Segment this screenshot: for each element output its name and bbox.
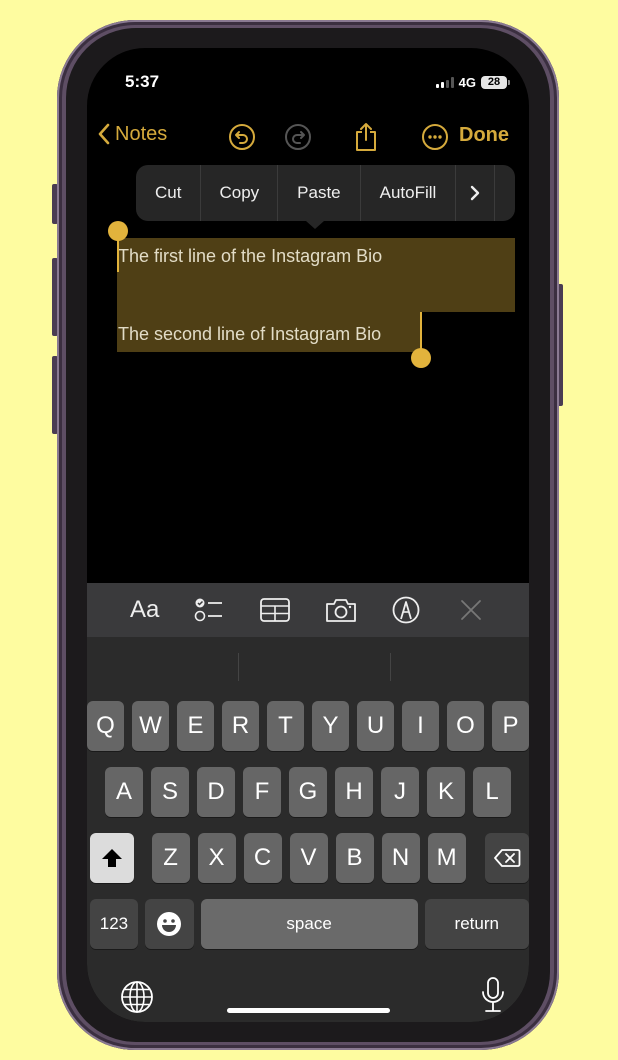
microphone-icon — [482, 977, 504, 1012]
selection-end-handle-bar — [420, 312, 422, 352]
key-h[interactable]: H — [335, 767, 373, 817]
note-line[interactable]: The second line of Instagram Bio — [118, 324, 381, 345]
chevron-left-icon — [98, 123, 110, 145]
markup-pen-icon — [392, 596, 420, 624]
emoji-key[interactable] — [144, 899, 194, 949]
key-row-2: ASDFGHJKL — [87, 767, 529, 817]
markup-button[interactable] — [388, 592, 424, 628]
key-u[interactable]: U — [357, 701, 394, 751]
predictive-divider — [238, 653, 239, 681]
share-icon — [356, 123, 376, 151]
shift-icon — [101, 849, 122, 867]
phone-frame: 5:37 4G 28 Notes Done The first line of … — [57, 20, 559, 1050]
key-l[interactable]: L — [473, 767, 511, 817]
key-k[interactable]: K — [427, 767, 465, 817]
redo-icon — [285, 124, 311, 150]
key-t[interactable]: T — [267, 701, 304, 751]
predictive-bar — [87, 637, 529, 695]
undo-button[interactable] — [227, 122, 257, 152]
battery-level: 28 — [487, 76, 501, 88]
emoji-icon — [157, 912, 182, 936]
table-button[interactable] — [257, 592, 293, 628]
signal-icon — [435, 77, 454, 88]
key-y[interactable]: Y — [312, 701, 349, 751]
format-toolbar: Aa — [87, 583, 529, 637]
key-n[interactable]: N — [381, 833, 420, 883]
numbers-key[interactable]: 123 — [90, 899, 138, 949]
redo-button[interactable] — [283, 122, 313, 152]
menu-pointer — [306, 221, 324, 229]
battery-icon: 28 — [481, 76, 510, 89]
delete-backspace-icon — [493, 849, 521, 867]
format-text-icon: Aa — [129, 596, 160, 623]
key-o[interactable]: O — [447, 701, 484, 751]
key-p[interactable]: P — [492, 701, 529, 751]
format-text-button[interactable]: Aa — [127, 592, 163, 628]
globe-button[interactable] — [120, 980, 154, 1019]
back-button[interactable]: Notes — [97, 122, 167, 146]
checklist-icon — [194, 598, 222, 622]
nav-bar: Notes Done — [87, 120, 529, 156]
dictation-button[interactable] — [479, 976, 507, 1019]
screen: 5:37 4G 28 Notes Done The first line of … — [87, 48, 529, 1022]
edit-menu: Cut Copy Paste AutoFill — [136, 165, 515, 229]
paste-button[interactable]: Paste — [278, 165, 361, 221]
network-type: 4G — [458, 75, 476, 90]
key-q[interactable]: Q — [87, 701, 124, 751]
autofill-button[interactable]: AutoFill — [361, 165, 457, 221]
key-d[interactable]: D — [197, 767, 235, 817]
globe-icon — [121, 981, 153, 1013]
close-icon — [461, 600, 482, 620]
delete-key[interactable] — [484, 833, 529, 883]
key-b[interactable]: B — [335, 833, 374, 883]
key-m[interactable]: M — [427, 833, 466, 883]
shift-key[interactable] — [90, 833, 134, 883]
undo-icon — [229, 124, 255, 150]
note-line[interactable]: The first line of the Instagram Bio — [118, 246, 382, 267]
key-g[interactable]: G — [289, 767, 327, 817]
phone-bezel: 5:37 4G 28 Notes Done The first line of … — [66, 28, 550, 1042]
status-time: 5:37 — [125, 72, 160, 91]
key-w[interactable]: W — [132, 701, 169, 751]
more-options-button[interactable] — [456, 165, 496, 221]
selection-start-handle-bar — [117, 238, 119, 272]
selection-end-handle[interactable] — [411, 348, 431, 368]
key-v[interactable]: V — [289, 833, 328, 883]
more-icon — [422, 124, 448, 150]
return-key[interactable]: return — [424, 899, 529, 949]
key-row-4: 123 space return — [90, 899, 529, 949]
share-button[interactable] — [351, 122, 381, 152]
table-icon — [260, 598, 291, 622]
predictive-divider — [390, 653, 391, 681]
key-f[interactable]: F — [243, 767, 281, 817]
close-toolbar-button[interactable] — [453, 592, 489, 628]
key-e[interactable]: E — [177, 701, 214, 751]
cut-button[interactable]: Cut — [136, 165, 202, 221]
done-button[interactable]: Done — [459, 124, 509, 147]
back-label: Notes — [115, 122, 168, 145]
space-key[interactable]: space — [200, 899, 418, 949]
key-j[interactable]: J — [381, 767, 419, 817]
key-i[interactable]: I — [402, 701, 439, 751]
copy-button[interactable]: Copy — [201, 165, 279, 221]
key-x[interactable]: X — [197, 833, 236, 883]
chevron-right-icon — [471, 185, 480, 201]
key-row-3: ZXCVBNM — [90, 833, 529, 883]
checklist-button[interactable] — [192, 592, 228, 628]
key-a[interactable]: A — [105, 767, 143, 817]
key-row-1: QWERTYUIOP — [87, 701, 529, 751]
key-z[interactable]: Z — [151, 833, 190, 883]
camera-icon — [325, 599, 356, 622]
home-indicator[interactable] — [227, 1008, 390, 1013]
more-button[interactable] — [420, 122, 450, 152]
status-indicators: 4G 28 — [435, 75, 510, 90]
key-c[interactable]: C — [243, 833, 282, 883]
key-r[interactable]: R — [222, 701, 259, 751]
camera-button[interactable] — [323, 592, 359, 628]
selection-start-handle[interactable] — [108, 221, 128, 241]
keyboard: QWERTYUIOP ASDFGHJKL ZXCVBNM 123 space r… — [87, 637, 529, 1022]
key-s[interactable]: S — [151, 767, 189, 817]
